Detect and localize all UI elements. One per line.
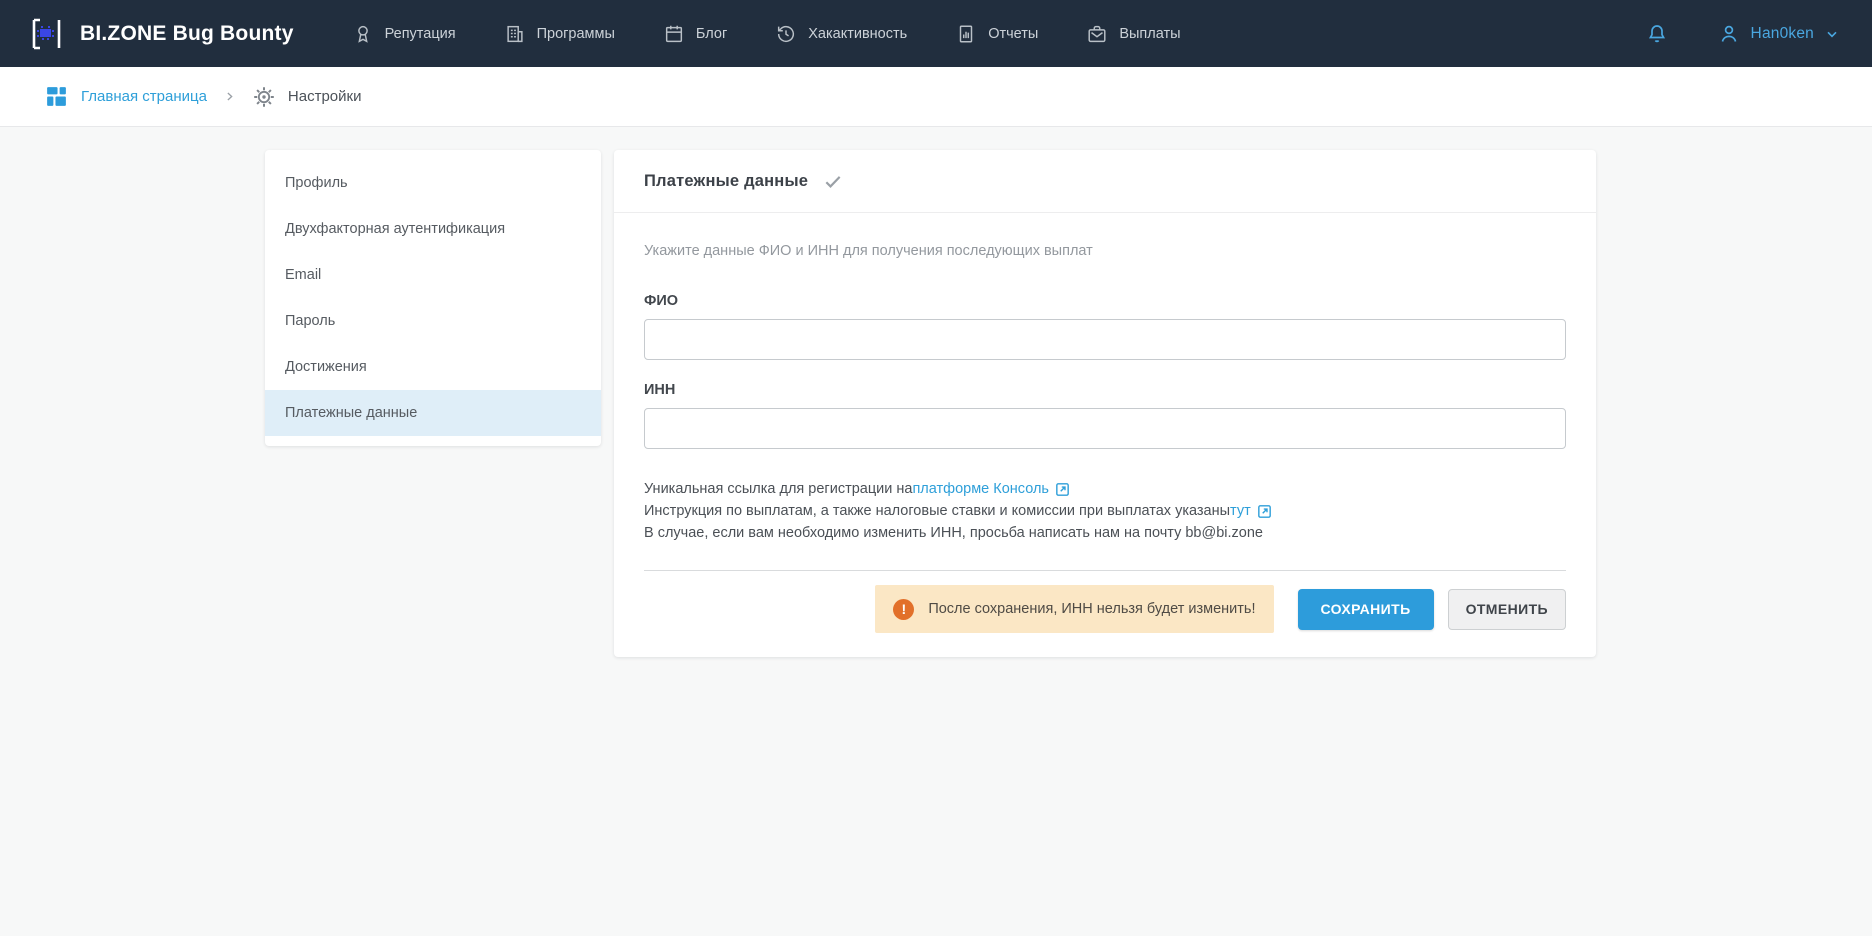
nav-label: Программы bbox=[537, 26, 615, 42]
info-line-1: Уникальная ссылка для регистрации на пла… bbox=[644, 479, 1566, 501]
sidebar-item-payment-data[interactable]: Платежные данные bbox=[265, 390, 601, 436]
external-link-icon[interactable] bbox=[1256, 503, 1273, 520]
sidebar-item-label: Двухфакторная аутентификация bbox=[285, 221, 505, 237]
breadcrumb-separator-icon bbox=[223, 90, 236, 103]
settings-nav: Профиль Двухфакторная аутентификация Ema… bbox=[265, 150, 601, 446]
chevron-down-icon bbox=[1824, 26, 1840, 42]
sidebar-item-label: Платежные данные bbox=[285, 405, 417, 421]
nav-item-programs[interactable]: Программы bbox=[504, 23, 615, 45]
save-button[interactable]: СОХРАНИТЬ bbox=[1298, 589, 1434, 630]
nav-label: Отчеты bbox=[988, 26, 1038, 42]
cancel-button[interactable]: ОТМЕНИТЬ bbox=[1448, 589, 1566, 630]
panel-footer: ! После сохранения, ИНН нельзя будет изм… bbox=[644, 571, 1566, 633]
user-avatar-icon bbox=[1717, 22, 1741, 46]
breadcrumb: Главная страница Настройки bbox=[0, 67, 1872, 127]
console-platform-link[interactable]: платформе Консоль bbox=[912, 479, 1049, 501]
brand-title: BI.ZONE Bug Bounty bbox=[80, 22, 294, 46]
info-line-2: Инструкция по выплатам, а также налоговы… bbox=[644, 501, 1566, 523]
panel-header: Платежные данные bbox=[614, 150, 1596, 213]
dashboard-grid-icon bbox=[44, 84, 69, 109]
breadcrumb-home-link[interactable]: Главная страница bbox=[81, 88, 207, 105]
nav-label: Выплаты bbox=[1119, 26, 1180, 42]
nav-item-reports[interactable]: Отчеты bbox=[955, 23, 1038, 45]
breadcrumb-home[interactable]: Главная страница bbox=[44, 84, 207, 109]
building-icon bbox=[504, 23, 526, 45]
sidebar-item-password[interactable]: Пароль bbox=[265, 298, 601, 344]
info-line1-text: Уникальная ссылка для регистрации на bbox=[644, 479, 912, 501]
payout-instructions-link[interactable]: тут bbox=[1230, 501, 1251, 523]
main-nav: Репутация Программы Блог bbox=[352, 23, 1645, 45]
briefcase-icon bbox=[1086, 23, 1108, 45]
sidebar-item-achievements[interactable]: Достижения bbox=[265, 344, 601, 390]
nav-item-blog[interactable]: Блог bbox=[663, 23, 727, 45]
sidebar-item-label: Достижения bbox=[285, 359, 367, 375]
user-menu[interactable]: Han0ken bbox=[1717, 22, 1840, 46]
panel-title: Платежные данные bbox=[644, 172, 808, 191]
inn-warning-banner: ! После сохранения, ИНН нельзя будет изм… bbox=[875, 585, 1273, 633]
report-icon bbox=[955, 23, 977, 45]
panel-subtitle: Укажите данные ФИО и ИНН для получения п… bbox=[644, 243, 1566, 259]
notifications-bell-icon[interactable] bbox=[1645, 22, 1669, 46]
breadcrumb-current-label: Настройки bbox=[288, 88, 362, 105]
nav-label: Блог bbox=[696, 26, 727, 42]
nav-item-reputation[interactable]: Репутация bbox=[352, 23, 456, 45]
warning-exclamation-icon: ! bbox=[893, 599, 914, 620]
inn-label: ИНН bbox=[644, 382, 1566, 398]
medal-icon bbox=[352, 23, 374, 45]
sidebar-item-2fa[interactable]: Двухфакторная аутентификация bbox=[265, 206, 601, 252]
info-text: Уникальная ссылка для регистрации на пла… bbox=[644, 479, 1566, 544]
nav-item-payouts[interactable]: Выплаты bbox=[1086, 23, 1180, 45]
payment-data-panel: Платежные данные Укажите данные ФИО и ИН… bbox=[614, 150, 1596, 657]
nav-label: Репутация bbox=[385, 26, 456, 42]
sidebar-item-label: Пароль bbox=[285, 313, 335, 329]
info-line-3: В случае, если вам необходимо изменить И… bbox=[644, 523, 1566, 545]
gear-icon bbox=[252, 85, 276, 109]
inn-input[interactable] bbox=[644, 408, 1566, 449]
calendar-icon bbox=[663, 23, 685, 45]
info-line2-text: Инструкция по выплатам, а также налоговы… bbox=[644, 501, 1230, 523]
panel-body: Укажите данные ФИО и ИНН для получения п… bbox=[614, 213, 1596, 657]
warning-text: После сохранения, ИНН нельзя будет измен… bbox=[928, 601, 1255, 617]
sidebar-item-profile[interactable]: Профиль bbox=[265, 160, 601, 206]
bizone-logo-icon bbox=[26, 14, 66, 54]
external-link-icon[interactable] bbox=[1054, 481, 1071, 498]
check-icon bbox=[823, 171, 843, 191]
breadcrumb-current: Настройки bbox=[252, 85, 362, 109]
top-navbar: BI.ZONE Bug Bounty Репутация Программы bbox=[0, 0, 1872, 67]
sidebar-item-label: Профиль bbox=[285, 175, 348, 191]
navbar-right: Han0ken bbox=[1645, 22, 1840, 46]
username: Han0ken bbox=[1751, 25, 1814, 43]
nav-label: Хакактивность bbox=[808, 26, 907, 42]
nav-item-hackactivity[interactable]: Хакактивность bbox=[775, 23, 907, 45]
sidebar-item-label: Email bbox=[285, 267, 321, 283]
brand-logo[interactable]: BI.ZONE Bug Bounty bbox=[26, 14, 294, 54]
history-icon bbox=[775, 23, 797, 45]
content-area: Профиль Двухфакторная аутентификация Ema… bbox=[0, 127, 1872, 657]
fio-label: ФИО bbox=[644, 293, 1566, 309]
fio-input[interactable] bbox=[644, 319, 1566, 360]
sidebar-item-email[interactable]: Email bbox=[265, 252, 601, 298]
info-line3-text: В случае, если вам необходимо изменить И… bbox=[644, 523, 1263, 545]
